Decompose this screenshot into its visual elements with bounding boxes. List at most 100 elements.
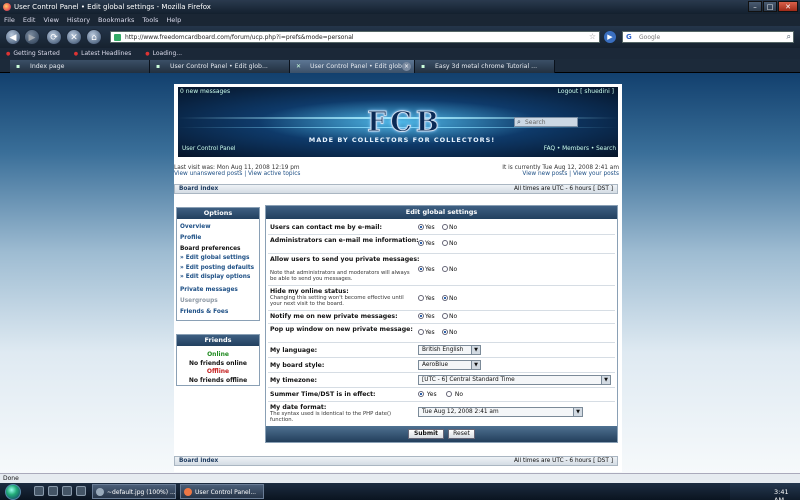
admin-email-yes-radio[interactable]: Yes (418, 240, 435, 247)
forum-search-input[interactable]: ⌕ Search (514, 117, 578, 127)
tab-chrome-tutorial[interactable]: ▪ Easy 3d metal chrome Tutorial ... (415, 60, 555, 73)
notify-pm-no-radio[interactable]: No (442, 313, 457, 320)
nav-private-messages[interactable]: Private messages (180, 287, 238, 293)
chevron-down-icon: ▼ (601, 376, 610, 384)
nav-board-preferences[interactable]: Board preferences (180, 246, 240, 252)
faq-members-search-links[interactable]: FAQ • Members • Search (544, 146, 616, 152)
bookmark-loading[interactable]: Loading... (145, 50, 182, 59)
nav-usergroups[interactable]: Usergroups (180, 298, 218, 304)
clock[interactable]: 3:41 AM (774, 488, 789, 500)
reload-button[interactable]: ⟳ (46, 29, 62, 45)
no-friends-offline: No friends offline (188, 377, 248, 384)
menu-tools[interactable]: Tools (142, 16, 158, 26)
language-select[interactable]: British English ▼ (418, 345, 481, 355)
minimize-button[interactable]: – (748, 1, 762, 12)
bookmark-latest-headlines[interactable]: Latest Headlines (74, 50, 131, 59)
start-button[interactable] (5, 484, 21, 500)
menu-view[interactable]: View (43, 16, 58, 26)
quicklaunch-media-icon[interactable] (76, 486, 86, 496)
quicklaunch-explorer-icon[interactable] (62, 486, 72, 496)
url-bar[interactable]: http://www.freedomcardboard.com/forum/uc… (110, 31, 600, 43)
dst-yes-radio[interactable]: Yes (418, 391, 437, 398)
unanswered-active-links[interactable]: View unanswered posts | View active topi… (174, 171, 300, 177)
style-select[interactable]: AeroBlue ▼ (418, 360, 481, 370)
tab-close-icon[interactable]: × (402, 62, 411, 71)
notify-pm-yes-radio[interactable]: Yes (418, 313, 435, 320)
hide-online-yes-radio[interactable]: Yes (418, 295, 435, 302)
timezone-note: All times are UTC - 6 hours [ DST ] (513, 186, 613, 192)
board-index-link[interactable]: Board index (179, 458, 218, 464)
contact-email-no-radio[interactable]: No (442, 224, 457, 231)
nav-friends-foes[interactable]: Friends & Foes (180, 309, 228, 315)
back-button[interactable]: ◀ (5, 29, 21, 45)
board-index-link[interactable]: Board index (179, 186, 218, 192)
admin-email-no-radio[interactable]: No (442, 240, 457, 247)
no-friends-online: No friends online (188, 360, 247, 367)
setting-label: My timezone: (270, 377, 317, 384)
timezone-select[interactable]: [UTC - 6] Central Standard Time ▼ (418, 375, 611, 385)
maximize-button[interactable]: □ (763, 1, 777, 12)
search-icon: ⌕ (517, 118, 521, 126)
nav-profile[interactable]: Profile (180, 235, 201, 241)
tab-ucp-2[interactable]: ✕ User Control Panel • Edit glob... × (290, 60, 415, 73)
firefox-icon (3, 3, 11, 11)
setting-label: My language: (270, 347, 318, 354)
info-left: Last visit was: Mon Aug 11, 2008 12:19 p… (174, 165, 300, 177)
tab-label: Index page (30, 63, 65, 70)
date-format-select[interactable]: Tue Aug 12, 2008 2:41 am ▼ (418, 407, 583, 417)
hide-online-no-radio[interactable]: No (442, 295, 457, 302)
taskbar-item-firefox[interactable]: User Control Panel... (180, 484, 264, 499)
search-icon[interactable]: ⌕ (787, 32, 791, 42)
setting-note: Changing this setting won't become effec… (270, 295, 404, 307)
taskbar-item-image[interactable]: ~default.jpg (100%) ... (92, 484, 176, 499)
tab-index-page[interactable]: ▪ Index page (10, 60, 150, 73)
nav-overview[interactable]: Overview (180, 224, 211, 230)
home-button[interactable]: ⌂ (86, 29, 102, 45)
site-favicon-icon (114, 34, 121, 41)
menu-bookmarks[interactable]: Bookmarks (98, 16, 134, 26)
tab-ucp-1[interactable]: ▪ User Control Panel • Edit glob... (150, 60, 290, 73)
ucp-link[interactable]: User Control Panel (182, 146, 236, 152)
popup-pm-no-radio[interactable]: No (442, 329, 457, 336)
close-button[interactable]: ✕ (778, 1, 798, 12)
row-divider (268, 357, 615, 358)
quicklaunch-desktop-icon[interactable] (48, 486, 58, 496)
search-input[interactable]: G Google ⌕ (622, 31, 794, 43)
page-icon: ▪ (16, 63, 21, 70)
menu-help[interactable]: Help (166, 16, 181, 26)
contact-email-yes-radio[interactable]: Yes (418, 224, 435, 231)
menu-history[interactable]: History (67, 16, 90, 26)
menu-file[interactable]: File (4, 16, 15, 26)
new-messages-link[interactable]: 0 new messages (180, 88, 230, 95)
chevron-down-icon: ▼ (573, 408, 582, 416)
bookmark-getting-started[interactable]: Getting Started (6, 50, 59, 59)
setting-label: Allow users to send you private messages… (270, 256, 420, 263)
allow-pm-yes-radio[interactable]: Yes (418, 266, 435, 273)
submit-button[interactable]: Submit (408, 429, 444, 439)
nav-edit-display-options[interactable]: » Edit display options (180, 274, 250, 280)
nav-edit-posting-defaults[interactable]: » Edit posting defaults (180, 265, 254, 271)
allow-pm-no-radio[interactable]: No (442, 266, 457, 273)
page-icon: ▪ (156, 63, 161, 70)
image-viewer-icon (96, 488, 104, 496)
logout-link[interactable]: Logout [ shuedini ] (558, 88, 614, 95)
breadcrumb: Board index All times are UTC - 6 hours … (174, 184, 618, 194)
setting-label: My date format: (270, 404, 327, 411)
system-tray: 3:41 AM (730, 483, 800, 500)
reset-button[interactable]: Reset (448, 429, 475, 439)
nav-edit-global-settings[interactable]: » Edit global settings (180, 255, 249, 261)
popup-pm-yes-radio[interactable]: Yes (418, 329, 435, 336)
firefox-icon (184, 488, 192, 496)
new-your-posts-links[interactable]: View new posts | View your posts (502, 171, 619, 177)
dst-no-radio[interactable]: No (446, 391, 463, 398)
window-title: User Control Panel • Edit global setting… (14, 3, 211, 11)
go-button[interactable]: ▶ (604, 31, 616, 43)
bookmark-star-icon[interactable]: ☆ (589, 32, 596, 41)
status-bar: Done (0, 473, 800, 483)
menu-edit[interactable]: Edit (23, 16, 36, 26)
quicklaunch-firefox-icon[interactable] (34, 486, 44, 496)
chevron-down-icon: ▼ (471, 361, 480, 369)
forward-button[interactable]: ▶ (24, 29, 40, 45)
stop-button[interactable]: ✕ (66, 29, 82, 45)
forum-search-placeholder: Search (525, 119, 546, 126)
